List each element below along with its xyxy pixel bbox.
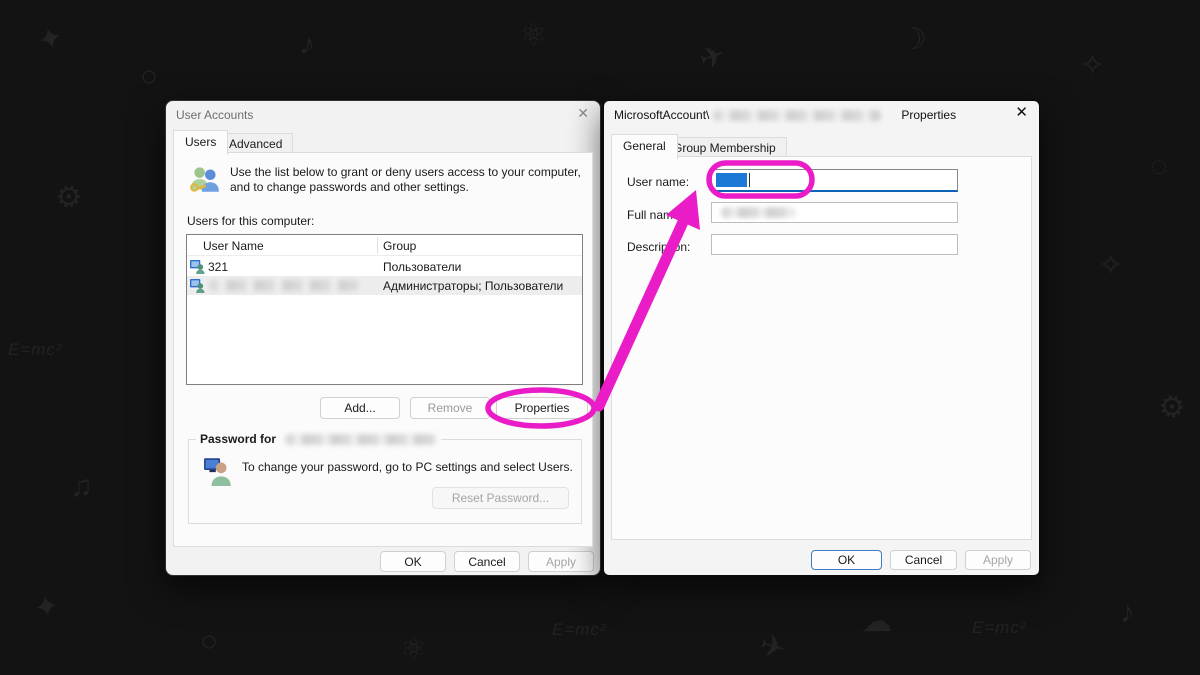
users-list-label: Users for this computer: [187, 214, 314, 228]
close-icon[interactable]: ✕ [1015, 106, 1028, 120]
doodle-plane: ✈ [756, 627, 789, 667]
title-properties: Properties [901, 108, 956, 122]
redacted-account-blur [285, 434, 437, 445]
tab-general[interactable]: General [611, 134, 678, 159]
ok-button[interactable]: OK [380, 551, 446, 572]
user-accounts-window: User Accounts ✕ Users Advanced Use the l… [165, 100, 601, 576]
doodle-note: ♫ [70, 470, 93, 504]
doodle-atom: ⚛ [400, 632, 427, 667]
users-tab-page: Use the list below to grant or deny user… [173, 152, 593, 547]
user-name-label: User name: [627, 175, 689, 189]
intro-line-2: and to change passwords and other settin… [230, 180, 586, 195]
doodle-formula: E=mc² [8, 340, 63, 360]
password-group-legend: Password for [196, 432, 441, 446]
apply-button[interactable]: Apply [528, 551, 594, 572]
doodle-plane: ✈ [695, 37, 731, 78]
properties-button[interactable]: Properties [496, 397, 588, 419]
doodle-cloud: ☁ [862, 604, 892, 639]
doodle-star: ✧ [1080, 48, 1105, 83]
doodle-atom: ⚛ [520, 18, 547, 53]
user-row-321[interactable]: 321 Пользователи [187, 257, 582, 276]
listview-header: User Name Group [187, 235, 582, 256]
intro-text: Use the list below to grant or deny user… [230, 165, 586, 195]
doodle-star: ✦ [34, 19, 67, 59]
tab-users[interactable]: Users [173, 130, 228, 155]
password-user-icon [203, 454, 235, 486]
doodle-formula: E=mc² [552, 620, 607, 640]
intro-line-1: Use the list below to grant or deny user… [230, 165, 586, 180]
password-for-label: Password for [200, 432, 276, 446]
text-caret [749, 173, 750, 187]
group-cell: Администраторы; Пользователи [383, 279, 563, 293]
add-button[interactable]: Add... [320, 397, 400, 419]
cancel-button[interactable]: Cancel [890, 550, 957, 570]
user-icon [190, 278, 205, 293]
title-account-prefix: MicrosoftAccount\ [614, 108, 709, 122]
remove-button[interactable]: Remove [410, 397, 490, 419]
users-listview[interactable]: User Name Group 321 Пользователи [186, 234, 583, 385]
redacted-title-blur [713, 110, 881, 121]
desktop-background: ✦ ○ ♪ ⚛ ✈ ☽ ✧ ◌ ⚙ E=mc² ♫ ✦ ○ ⚛ E=mc² ✈ … [0, 0, 1200, 675]
user-name-input[interactable] [711, 169, 958, 192]
general-tab-page: User name: Full name: Description: [611, 156, 1032, 540]
doodle-note: ♪ [297, 27, 318, 63]
user-accounts-icon [188, 162, 222, 196]
password-groupbox: Password for To change your password, go… [188, 439, 582, 524]
column-user-name[interactable]: User Name [203, 239, 264, 253]
group-cell: Пользователи [383, 260, 461, 274]
selected-text-block [716, 173, 747, 187]
redacted-full-name-blur [721, 207, 795, 218]
doodle-circle: ○ [200, 625, 218, 659]
doodle-circle: ○ [140, 60, 158, 94]
user-row-selected[interactable]: Администраторы; Пользователи [187, 276, 582, 295]
full-name-label: Full name: [627, 208, 683, 222]
window-title: MicrosoftAccount\ Properties [614, 108, 956, 122]
user-icon [190, 259, 205, 274]
password-info-text: To change your password, go to PC settin… [242, 460, 573, 474]
doodle-star: ✦ [31, 588, 62, 627]
user-name-cell: 321 [208, 260, 228, 274]
description-label: Description: [627, 240, 690, 254]
ok-button[interactable]: OK [811, 550, 882, 570]
doodle-gear: ⚙ [50, 177, 86, 219]
apply-button[interactable]: Apply [965, 550, 1031, 570]
column-divider[interactable] [377, 237, 378, 254]
window-title: User Accounts [176, 108, 253, 122]
reset-password-button[interactable]: Reset Password... [432, 487, 569, 509]
doodle-star: ✧ [1098, 248, 1123, 283]
description-input[interactable] [711, 234, 958, 255]
close-icon[interactable]: ✕ [577, 106, 589, 120]
doodle-formula: E=mc² [972, 618, 1027, 638]
full-name-input[interactable] [711, 202, 958, 223]
doodle-circle: ◌ [1150, 150, 1168, 184]
account-properties-window: MicrosoftAccount\ Properties ✕ General G… [603, 100, 1040, 576]
doodle-note: ♪ [1120, 596, 1135, 630]
column-group[interactable]: Group [383, 239, 416, 253]
redacted-user-name-blur [209, 280, 359, 291]
doodle-gear: ⚙ [1152, 386, 1191, 429]
cancel-button[interactable]: Cancel [454, 551, 520, 572]
doodle-moon: ☽ [900, 22, 927, 57]
